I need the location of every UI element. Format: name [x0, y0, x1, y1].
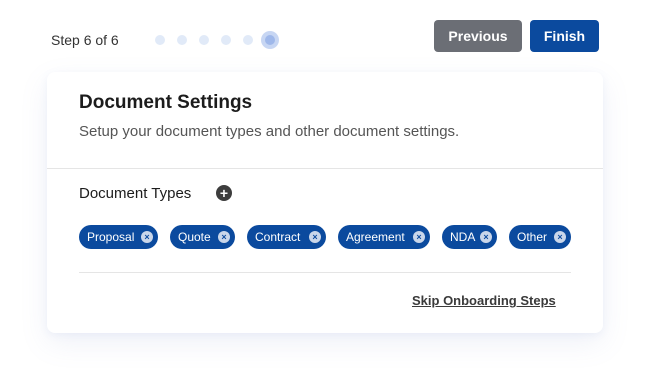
progress-dot-2	[177, 35, 187, 45]
skip-onboarding-link[interactable]: Skip Onboarding Steps	[412, 293, 556, 308]
remove-tag-icon[interactable]: ×	[480, 231, 492, 243]
document-type-tags: Proposal × Quote × Contract × Agreement …	[79, 225, 579, 249]
document-settings-card: Document Settings Setup your document ty…	[47, 72, 603, 333]
tag-label: Proposal	[87, 230, 135, 244]
divider	[47, 168, 603, 169]
tag-label: Agreement	[346, 230, 405, 244]
tag-contract: Contract ×	[247, 225, 326, 249]
remove-tag-icon[interactable]: ×	[218, 231, 230, 243]
remove-tag-icon[interactable]: ×	[413, 231, 425, 243]
remove-tag-icon[interactable]: ×	[309, 231, 321, 243]
card-subtitle: Setup your document types and other docu…	[79, 123, 460, 140]
previous-button[interactable]: Previous	[434, 20, 522, 52]
document-types-heading: Document Types	[79, 185, 192, 202]
progress-dot-1	[155, 35, 165, 45]
tag-label: Other	[517, 230, 548, 244]
progress-dot-5	[243, 35, 253, 45]
tag-label: NDA	[450, 230, 476, 244]
finish-button[interactable]: Finish	[530, 20, 599, 52]
plus-circle-icon[interactable]: +	[216, 185, 232, 201]
tag-quote: Quote ×	[170, 225, 235, 249]
tag-other: Other ×	[509, 225, 571, 249]
tag-label: Contract	[255, 230, 301, 244]
card-title: Document Settings	[79, 92, 253, 113]
tag-agreement: Agreement ×	[338, 225, 430, 249]
progress-dot-3	[199, 35, 209, 45]
tag-nda: NDA ×	[442, 225, 497, 249]
tag-proposal: Proposal ×	[79, 225, 158, 249]
progress-dot-4	[221, 35, 231, 45]
remove-tag-icon[interactable]: ×	[554, 231, 566, 243]
divider	[79, 272, 571, 273]
remove-tag-icon[interactable]: ×	[141, 231, 153, 243]
progress-dot-6-active	[261, 31, 279, 49]
step-indicator: Step 6 of 6	[51, 32, 119, 48]
tag-label: Quote	[178, 230, 211, 244]
onboarding-header: Step 6 of 6 Previous Finish	[0, 0, 659, 75]
